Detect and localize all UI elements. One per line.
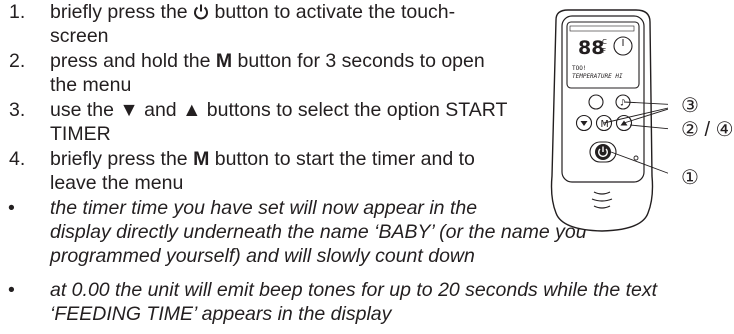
bullet-line: display directly underneath the name ‘BA…	[50, 221, 587, 243]
step-text-cont: leave the menu	[50, 172, 184, 194]
bullet-line: ‘FEEDING TIME’ appears in the display	[50, 303, 392, 325]
step-text: press and hold the M button for 3 second…	[50, 50, 485, 72]
lcd-line-1: TOO!	[572, 65, 586, 72]
svg-text:♪: ♪	[620, 99, 626, 109]
bullet-dot: •	[8, 197, 15, 219]
bullet-dot: •	[8, 279, 15, 301]
lcd-unit-f: F	[602, 47, 606, 55]
callout-3: ③	[681, 95, 699, 117]
lcd-line-2: TEMPERATURE HI	[572, 73, 623, 80]
step-number: 4.	[9, 148, 26, 170]
step-text-cont: TIMER	[50, 123, 111, 145]
m-button-label: M	[601, 119, 609, 130]
callout-2-4: ② / ④	[681, 119, 734, 141]
step-text: briefly press the button to activate the…	[50, 1, 456, 23]
step-number: 1.	[9, 1, 26, 23]
step-text-cont: screen	[50, 25, 109, 47]
lcd-digits: 88	[578, 37, 604, 59]
device-illustration: 88 C F TOO! TEMPERATURE HI ♪ M	[550, 9, 668, 232]
bullet-line: at 0.00 the unit will emit beep tones fo…	[50, 279, 658, 301]
step-number: 2.	[9, 50, 26, 72]
lcd-unit-c: C	[602, 38, 607, 46]
power-icon	[194, 4, 209, 20]
step-text: briefly press the M button to start the …	[50, 148, 475, 170]
bullet-line: the timer time you have set will now app…	[50, 197, 478, 219]
step-number: 3.	[9, 99, 26, 121]
step-text-cont: the menu	[50, 74, 132, 96]
m-key-label: M	[215, 50, 233, 72]
down-arrow-icon: ▼	[119, 99, 139, 121]
callout-1: ①	[681, 167, 699, 189]
up-arrow-icon: ▲	[182, 99, 202, 121]
mic-button	[588, 94, 604, 110]
bullet-line: programmed yourself) and will slowly cou…	[50, 245, 475, 267]
callout-4: ④	[715, 119, 734, 141]
m-key-label: M	[193, 148, 210, 170]
callout-2: ②	[681, 119, 699, 141]
step-text: use the ▼ and ▲ buttons to select the op…	[50, 99, 508, 121]
